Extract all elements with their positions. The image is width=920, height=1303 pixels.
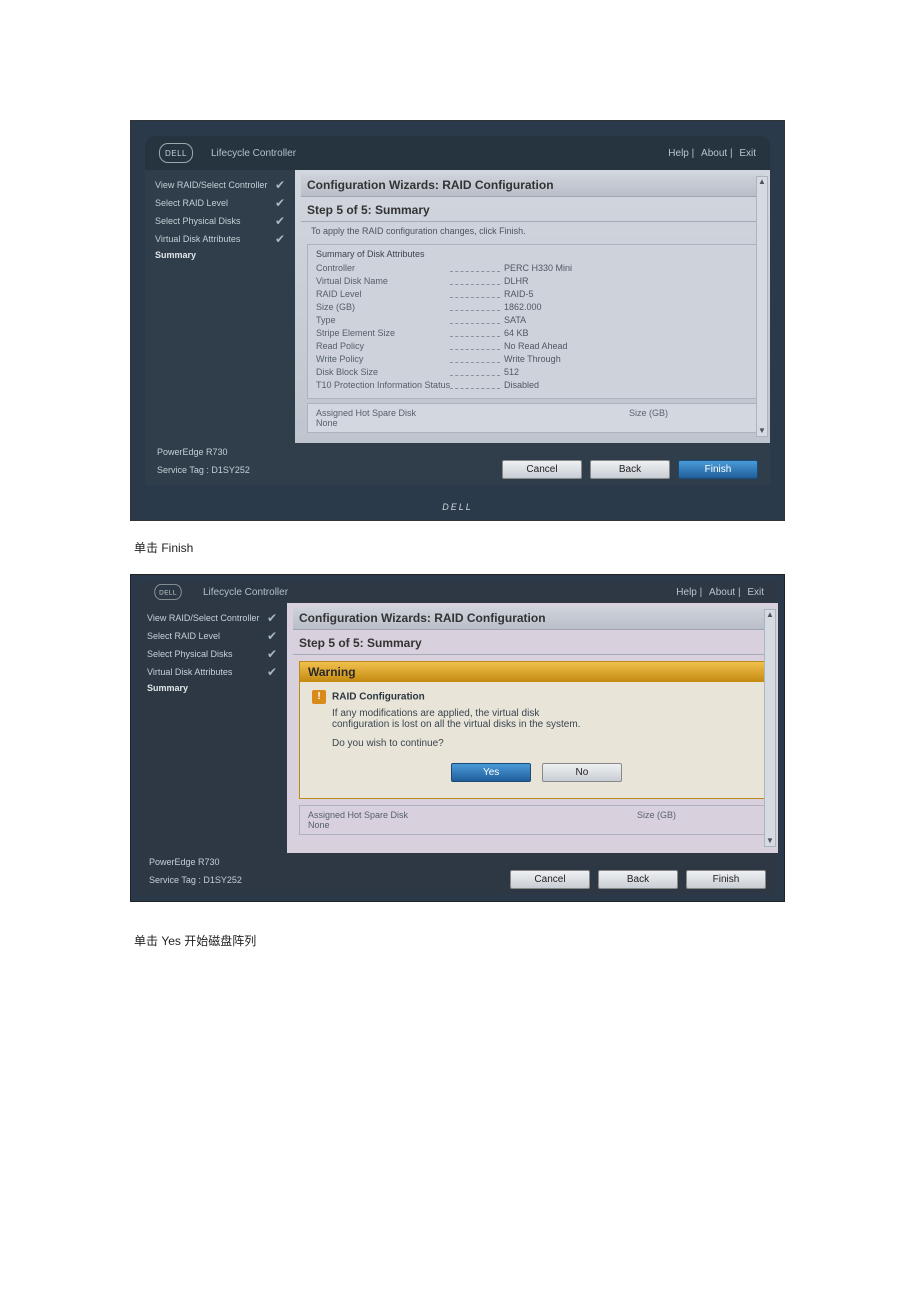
finish-button[interactable]: Finish bbox=[686, 870, 766, 889]
attr-writepolicy: Write PolicyWrite Through bbox=[316, 353, 749, 366]
scroll-up-icon[interactable]: ▲ bbox=[757, 177, 767, 187]
topbar: DELL Lifecycle Controller Help | About |… bbox=[145, 136, 770, 170]
step-physical-disks: Select Physical Disks✔ bbox=[147, 645, 277, 663]
check-icon: ✔ bbox=[275, 196, 285, 210]
attr-header: Summary of Disk Attributes bbox=[316, 249, 749, 259]
topbar: DELL Lifecycle Controller Help | About |… bbox=[137, 581, 778, 603]
page-title: Configuration Wizards: RAID Configuratio… bbox=[301, 174, 764, 197]
warning-subtitle: RAID Configuration bbox=[332, 692, 425, 703]
monitor-brand: DELL bbox=[131, 499, 784, 520]
scrollbar[interactable]: ▲ ▼ bbox=[764, 609, 776, 847]
app-title: Lifecycle Controller bbox=[203, 587, 288, 598]
check-icon: ✔ bbox=[267, 611, 277, 625]
step-summary: Summary bbox=[155, 248, 285, 262]
scroll-down-icon[interactable]: ▼ bbox=[765, 836, 775, 846]
attr-stripe: Stripe Element Size64 KB bbox=[316, 327, 749, 340]
step-virtual-disk-attr: Virtual Disk Attributes✔ bbox=[147, 663, 277, 681]
about-link[interactable]: About bbox=[709, 587, 735, 598]
step-raid-level: Select RAID Level✔ bbox=[147, 627, 277, 645]
help-link[interactable]: Help bbox=[676, 587, 697, 598]
page-title: Configuration Wizards: RAID Configuratio… bbox=[293, 607, 772, 630]
scroll-up-icon[interactable]: ▲ bbox=[765, 610, 775, 620]
attr-blocksize: Disk Block Size512 bbox=[316, 366, 749, 379]
step-raid-level: Select RAID Level✔ bbox=[155, 194, 285, 212]
step-view-raid: View RAID/Select Controller✔ bbox=[147, 609, 277, 627]
attr-t10: T10 Protection Information StatusDisable… bbox=[316, 379, 749, 392]
hot-spare-size-label: Size (GB) bbox=[629, 408, 749, 428]
scroll-down-icon[interactable]: ▼ bbox=[757, 426, 767, 436]
footer-bar: PowerEdge R730 Service Tag : D1SY252 Can… bbox=[145, 443, 770, 485]
footer-bar: PowerEdge R730 Service Tag : D1SY252 Can… bbox=[137, 853, 778, 895]
warning-message-1: If any modifications are applied, the vi… bbox=[332, 708, 592, 730]
cancel-button[interactable]: Cancel bbox=[510, 870, 590, 889]
caption-2: 单击 Yes 开始磁盘阵列 bbox=[134, 932, 790, 949]
dell-logo-icon: DELL bbox=[159, 143, 193, 163]
exit-link[interactable]: Exit bbox=[739, 148, 756, 159]
warning-icon: ! bbox=[312, 690, 326, 704]
hot-spare-value: None bbox=[308, 820, 637, 830]
dell-logo-icon: DELL bbox=[154, 584, 181, 600]
disk-attributes: Summary of Disk Attributes ControllerPER… bbox=[307, 244, 758, 399]
step-physical-disks: Select Physical Disks✔ bbox=[155, 212, 285, 230]
yes-button[interactable]: Yes bbox=[451, 763, 531, 782]
attr-size: Size (GB)1862.000 bbox=[316, 301, 749, 314]
exit-link[interactable]: Exit bbox=[747, 587, 764, 598]
attr-vdname: Virtual Disk NameDLHR bbox=[316, 275, 749, 288]
service-tag: Service Tag : D1SY252 bbox=[157, 465, 494, 475]
attr-readpolicy: Read PolicyNo Read Ahead bbox=[316, 340, 749, 353]
check-icon: ✔ bbox=[267, 665, 277, 679]
check-icon: ✔ bbox=[267, 647, 277, 661]
caption-1: 单击 Finish bbox=[134, 539, 790, 556]
hot-spare-title: Assigned Hot Spare Disk bbox=[316, 408, 629, 418]
check-icon: ✔ bbox=[275, 232, 285, 246]
screenshot-2: DELL Lifecycle Controller Help | About |… bbox=[130, 574, 785, 902]
back-button[interactable]: Back bbox=[598, 870, 678, 889]
warning-title: Warning bbox=[300, 662, 765, 682]
hot-spare-block: Assigned Hot Spare Disk None Size (GB) bbox=[299, 805, 766, 835]
hot-spare-size-label: Size (GB) bbox=[637, 810, 757, 830]
attr-raidlevel: RAID LevelRAID-5 bbox=[316, 288, 749, 301]
back-button[interactable]: Back bbox=[590, 460, 670, 479]
model-label: PowerEdge R730 bbox=[157, 447, 758, 457]
no-button[interactable]: No bbox=[542, 763, 622, 782]
check-icon: ✔ bbox=[267, 629, 277, 643]
finish-button[interactable]: Finish bbox=[678, 460, 758, 479]
step-virtual-disk-attr: Virtual Disk Attributes✔ bbox=[155, 230, 285, 248]
about-link[interactable]: About bbox=[701, 148, 727, 159]
main-panel: Configuration Wizards: RAID Configuratio… bbox=[295, 170, 770, 443]
model-label: PowerEdge R730 bbox=[149, 857, 766, 867]
help-link[interactable]: Help bbox=[668, 148, 689, 159]
wizard-sidebar: View RAID/Select Controller✔ Select RAID… bbox=[137, 603, 287, 853]
wizard-sidebar: View RAID/Select Controller✔ Select RAID… bbox=[145, 170, 295, 443]
screenshot-1: DELL Lifecycle Controller Help | About |… bbox=[130, 120, 785, 521]
attr-type: TypeSATA bbox=[316, 314, 749, 327]
attr-controller: ControllerPERC H330 Mini bbox=[316, 262, 749, 275]
hot-spare-value: None bbox=[316, 418, 629, 428]
step-label: Step 5 of 5: Summary bbox=[293, 632, 772, 655]
check-icon: ✔ bbox=[275, 214, 285, 228]
top-links: Help | About | Exit bbox=[664, 148, 756, 159]
top-links: Help | About | Exit bbox=[672, 587, 764, 598]
hot-spare-block: Assigned Hot Spare Disk None Size (GB) bbox=[307, 403, 758, 433]
cancel-button[interactable]: Cancel bbox=[502, 460, 582, 479]
step-view-raid: View RAID/Select Controller✔ bbox=[155, 176, 285, 194]
step-summary: Summary bbox=[147, 681, 277, 695]
hot-spare-title: Assigned Hot Spare Disk bbox=[308, 810, 637, 820]
warning-message-2: Do you wish to continue? bbox=[332, 738, 753, 749]
hint-text: To apply the RAID configuration changes,… bbox=[301, 222, 764, 240]
check-icon: ✔ bbox=[275, 178, 285, 192]
warning-dialog: Warning ! RAID Configuration If any modif… bbox=[299, 661, 766, 799]
service-tag: Service Tag : D1SY252 bbox=[149, 875, 502, 885]
main-panel: Configuration Wizards: RAID Configuratio… bbox=[287, 603, 778, 853]
scrollbar[interactable]: ▲ ▼ bbox=[756, 176, 768, 437]
step-label: Step 5 of 5: Summary bbox=[301, 199, 764, 222]
app-title: Lifecycle Controller bbox=[211, 148, 296, 159]
